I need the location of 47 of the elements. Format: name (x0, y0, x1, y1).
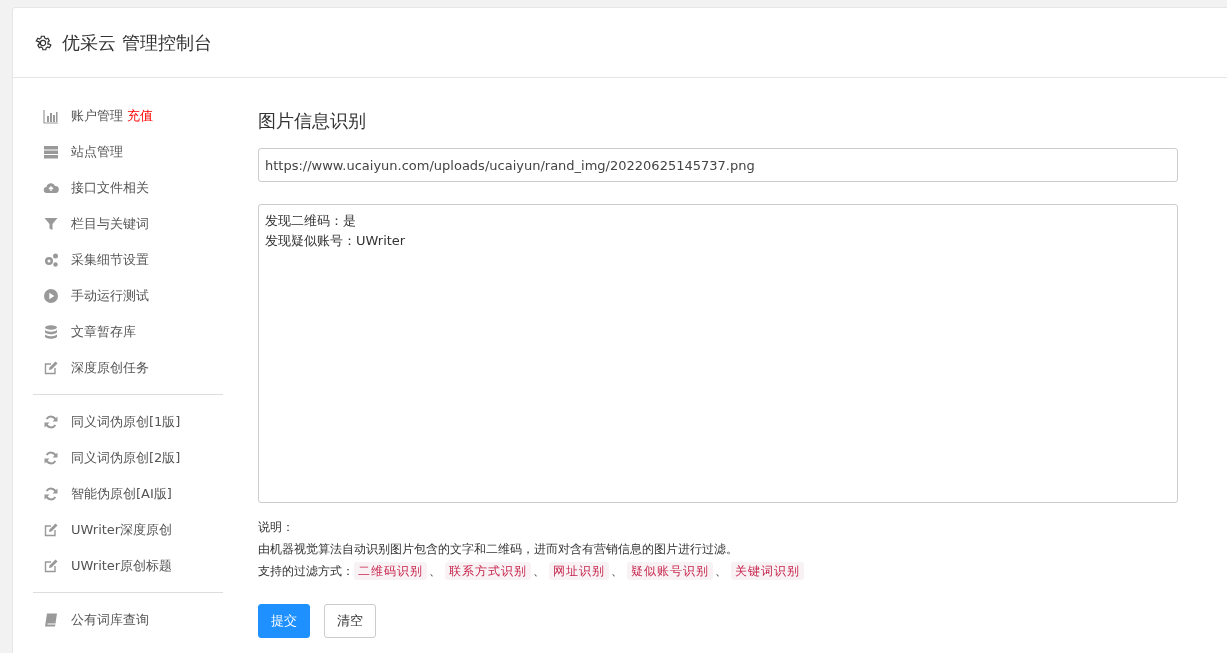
description-text: 由机器视觉算法自动识别图片包含的文字和二维码，进而对含有营销信息的图片进行过滤。 (258, 541, 739, 558)
sidebar-item[interactable]: UWriter深度原创 (43, 521, 173, 539)
methods-label: 支持的过滤方式： (258, 563, 354, 580)
separator: 、 (429, 563, 441, 580)
sidebar-item[interactable]: 深度原创任务 (43, 359, 149, 377)
separator: 、 (533, 563, 545, 580)
filter-icon (43, 216, 59, 232)
section-title: 图片信息识别 (258, 109, 367, 133)
settings-icon (34, 33, 52, 52)
edit-icon (43, 360, 59, 376)
method-tag: 二维码识别 (354, 562, 427, 580)
sidebar-item[interactable]: 手动运行测试 (43, 287, 149, 305)
result-box[interactable]: 发现二维码：是 发现疑似账号：UWriter (258, 204, 1178, 503)
notes-heading: 说明： (258, 519, 295, 536)
separator: 、 (715, 563, 727, 580)
url-field[interactable]: https://www.ucaiyun.com/uploads/ucaiyun/rand_img/20220625145737.png (258, 148, 1178, 182)
book-icon (43, 612, 59, 628)
sidebar-item[interactable]: 账户管理 (43, 107, 123, 125)
console-title: 优采云 管理控制台 (62, 30, 212, 55)
sidebar-item[interactable]: 智能伪原创[AI版] (43, 485, 172, 503)
gears-icon (43, 252, 59, 268)
sidebar-item[interactable]: 同义词伪原创[2版] (43, 449, 181, 467)
sidebar-item[interactable]: UWriter原创标题 (43, 557, 173, 575)
edit-icon (43, 522, 59, 538)
sidebar-item[interactable]: 公有词库查询 (43, 611, 149, 629)
bar-chart-icon (43, 108, 59, 124)
sidebar-item[interactable]: 栏目与关键词 (43, 215, 149, 233)
recharge-link[interactable]: 充值 (127, 107, 153, 125)
cloud-upload-icon (43, 180, 59, 196)
sidebar-item[interactable]: 采集细节设置 (43, 251, 149, 269)
method-tag: 疑似账号识别 (627, 562, 713, 580)
server-icon (43, 144, 59, 160)
clear-button[interactable]: 清空 (324, 604, 376, 638)
sidebar-item[interactable]: 接口文件相关 (43, 179, 149, 197)
play-icon (43, 288, 59, 304)
database-icon (43, 324, 59, 340)
refresh-icon (43, 414, 59, 430)
edit-icon (43, 558, 59, 574)
method-tag: 联系方式识别 (445, 562, 531, 580)
refresh-icon (43, 450, 59, 466)
method-tag: 关键词识别 (731, 562, 804, 580)
sidebar-item[interactable]: 文章暂存库 (43, 323, 136, 341)
method-tag: 网址识别 (549, 562, 609, 580)
refresh-icon (43, 486, 59, 502)
sidebar-item[interactable]: 站点管理 (43, 143, 123, 161)
separator: 、 (611, 563, 623, 580)
sidebar-item[interactable]: 同义词伪原创[1版] (43, 413, 181, 431)
